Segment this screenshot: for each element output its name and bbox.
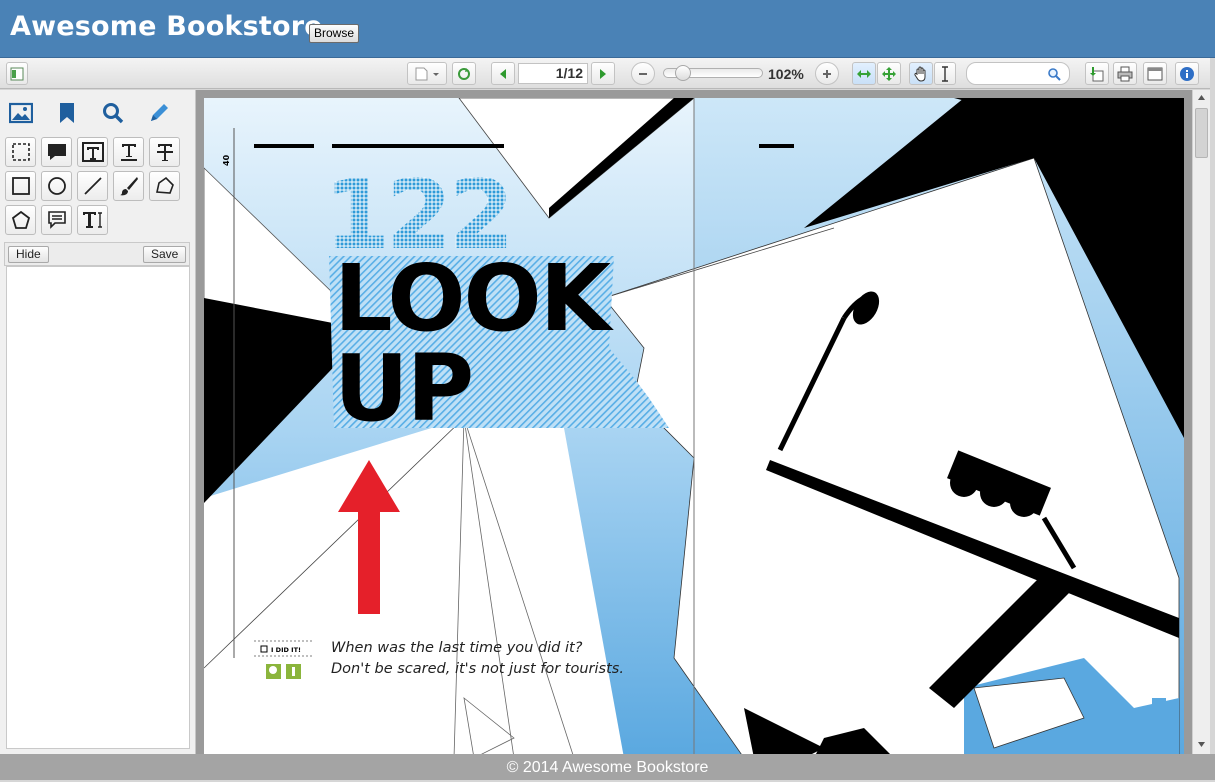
select-region-tool[interactable] <box>5 137 36 167</box>
tab-search[interactable] <box>98 98 128 128</box>
sidebar-toggle-icon <box>10 67 24 80</box>
callout-tool[interactable] <box>41 205 72 235</box>
underline-text-icon <box>120 144 137 161</box>
download-button[interactable] <box>1085 62 1109 85</box>
page-number-input[interactable]: 1/12 <box>518 63 588 84</box>
did-it-label: I DID IT! <box>271 646 301 654</box>
toggle-sidebar-button[interactable] <box>6 62 28 85</box>
scroll-up-icon[interactable] <box>1197 94 1206 101</box>
magazine-spread: 40 122 LOOK UP I DID IT! When was the la… <box>204 98 1184 754</box>
polyline-tool[interactable] <box>149 171 180 201</box>
print-button[interactable] <box>1113 62 1137 85</box>
viewer-toolbar: 1/12 102% <box>0 58 1210 89</box>
ellipse-tool[interactable] <box>41 171 72 201</box>
line-tool[interactable] <box>77 171 108 201</box>
strikethrough-tool[interactable] <box>149 137 180 167</box>
brush-icon <box>119 177 138 196</box>
browse-button[interactable]: Browse <box>309 24 360 43</box>
plus-icon <box>823 69 831 78</box>
underline-tool[interactable] <box>113 137 144 167</box>
download-icon <box>1090 66 1104 81</box>
fit-page-icon <box>882 66 896 81</box>
document-search-input[interactable] <box>966 62 1070 85</box>
image-icon <box>9 102 33 124</box>
hand-icon <box>914 66 926 82</box>
polyline-icon <box>155 176 174 194</box>
minus-icon <box>639 72 647 75</box>
fit-page-button[interactable] <box>877 62 901 85</box>
comment-tool[interactable] <box>41 137 72 167</box>
caption-line-2: Don't be scared, it's not just for touri… <box>331 661 624 677</box>
line-icon <box>83 177 102 195</box>
callout-icon <box>47 211 66 229</box>
pan-tool-button[interactable] <box>909 62 933 85</box>
annotation-panel-bar: Hide Save <box>4 242 190 266</box>
tab-bookmarks[interactable] <box>52 98 82 128</box>
search-icon <box>103 103 124 124</box>
scroll-down-icon[interactable] <box>1197 741 1206 748</box>
zoom-level: 102% <box>768 66 804 82</box>
freehand-tool[interactable] <box>113 171 144 201</box>
text-cursor-icon <box>82 212 102 228</box>
hide-button[interactable]: Hide <box>8 246 49 263</box>
app-title[interactable]: Awesome Bookstore <box>10 11 323 42</box>
text-select-button[interactable] <box>934 62 956 85</box>
fit-width-icon <box>857 69 871 78</box>
fit-width-button[interactable] <box>852 62 876 85</box>
rotate-icon <box>458 67 470 80</box>
next-page-icon <box>600 68 606 79</box>
pencil-icon <box>151 104 168 121</box>
strikethrough-text-icon <box>156 144 173 161</box>
rotate-button[interactable] <box>452 62 476 85</box>
open-file-button[interactable] <box>407 62 447 85</box>
polygon-tool[interactable] <box>5 205 36 235</box>
document-page: 40 122 LOOK UP I DID IT! When was the la… <box>204 98 1184 754</box>
scrollbar-thumb[interactable] <box>1195 108 1208 158</box>
zoom-out-button[interactable] <box>631 62 655 85</box>
circle-icon <box>47 177 66 195</box>
rectangle-icon <box>11 177 30 195</box>
bookmark-icon <box>60 103 74 123</box>
pentagon-icon <box>11 210 30 229</box>
save-button[interactable]: Save <box>143 246 187 263</box>
previous-page-icon <box>500 68 506 79</box>
app-header: Awesome Bookstore Browse <box>0 0 1215 58</box>
speech-bubble-icon <box>47 144 66 160</box>
caption-line-1: When was the last time you did it? <box>331 640 583 656</box>
free-text-tool[interactable] <box>77 205 108 235</box>
page-footer: © 2014 Awesome Bookstore <box>0 754 1215 780</box>
tab-images[interactable] <box>6 98 36 128</box>
zoom-in-button[interactable] <box>815 62 839 85</box>
page-number: 40 <box>222 154 231 166</box>
headline-line-2: UP <box>334 335 472 442</box>
dashed-rectangle-icon <box>11 143 30 161</box>
search-icon <box>1048 68 1061 81</box>
copyright-text: © 2014 Awesome Bookstore <box>506 759 709 776</box>
tab-annotate[interactable] <box>144 98 174 128</box>
next-page-button[interactable] <box>591 62 615 85</box>
printer-icon <box>1117 66 1133 81</box>
zoom-slider-handle[interactable] <box>675 65 691 81</box>
rectangle-tool[interactable] <box>5 171 36 201</box>
window-icon <box>1147 67 1163 80</box>
document-viewport[interactable]: 40 122 LOOK UP I DID IT! When was the la… <box>196 90 1192 754</box>
info-icon <box>1180 66 1194 81</box>
fullscreen-button[interactable] <box>1143 62 1167 85</box>
vertical-scrollbar[interactable] <box>1192 90 1210 754</box>
file-dropdown-icon <box>415 67 439 80</box>
text-box-tool[interactable] <box>77 137 108 167</box>
annotation-list-panel <box>6 266 190 749</box>
text-box-icon <box>81 142 104 162</box>
previous-page-button[interactable] <box>491 62 515 85</box>
info-button[interactable] <box>1175 62 1199 85</box>
annotation-sidebar: Hide Save <box>0 90 196 754</box>
text-cursor-icon <box>942 65 948 82</box>
